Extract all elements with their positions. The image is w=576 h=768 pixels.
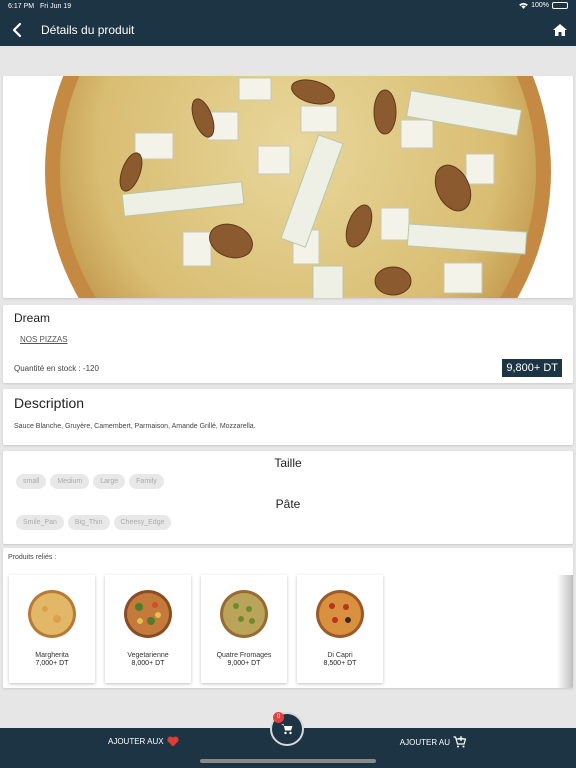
home-icon[interactable] — [552, 22, 568, 38]
related-product-price: 8,500+ DT — [323, 660, 357, 667]
related-product-card[interactable]: Quatre Fromages 9,000+ DT — [201, 575, 287, 683]
cart-add-icon — [453, 736, 466, 748]
size-option-large[interactable]: Large — [93, 474, 126, 489]
add-to-cart-button[interactable]: AJOUTER AU — [400, 736, 466, 748]
related-product-card[interactable]: Di Capri 8,500+ DT — [297, 575, 383, 683]
crust-option-smile-pan[interactable]: Smile_Pan — [16, 515, 64, 530]
wifi-icon — [519, 2, 528, 9]
status-date: Fri Jun 19 — [40, 3, 72, 10]
status-time: 6:17 PM — [8, 3, 35, 10]
cart-icon — [281, 724, 293, 735]
add-to-favorites-button[interactable]: AJOUTER AUX — [108, 736, 179, 747]
related-product-name: Margherita — [35, 652, 69, 659]
crust-options: Smile_Pan Big_Thin Cheesy_Edge — [16, 515, 172, 530]
heart-icon — [166, 736, 179, 747]
crust-option-cheesy-edge[interactable]: Cheesy_Edge — [113, 515, 172, 530]
related-products: Produits reliés : Margherita 7,000+ DT V… — [3, 548, 573, 688]
home-indicator — [200, 759, 376, 763]
pizza-thumbnail — [28, 590, 76, 638]
product-image — [3, 76, 573, 298]
product-name: Dream — [14, 311, 51, 325]
crust-heading: Pâte — [275, 497, 301, 511]
crust-option-big-thin[interactable]: Big_Thin — [67, 515, 110, 530]
battery-icon — [552, 2, 568, 9]
category-link[interactable]: NOS PIZZAS — [20, 335, 68, 344]
chevron-left-icon[interactable] — [10, 21, 26, 39]
status-right: 100% — [519, 2, 568, 9]
related-product-price: 9,000+ DT — [227, 660, 261, 667]
related-product-price: 7,000+ DT — [35, 660, 69, 667]
price-badge: 9,800+ DT — [502, 359, 562, 377]
cart-count-badge: 0 — [273, 712, 284, 723]
stock-quantity: Quantité en stock : -120 — [14, 364, 99, 373]
size-heading: Taille — [274, 456, 302, 470]
status-bar: 6:17 PM Fri Jun 19 100% — [0, 0, 576, 14]
related-product-name: Quatre Fromages — [216, 652, 272, 659]
size-options: small Medium Large Family — [16, 474, 164, 489]
nav-bar: Détails du produit — [0, 14, 576, 46]
size-option-small[interactable]: small — [16, 474, 47, 489]
pizza-thumbnail — [124, 590, 172, 638]
cart-label: AJOUTER AU — [399, 737, 450, 747]
size-option-medium[interactable]: Medium — [50, 474, 90, 489]
size-option-family[interactable]: Family — [129, 474, 164, 489]
options-card: Taille small Medium Large Family Pâte Sm… — [3, 451, 573, 544]
pizza-thumbnail — [316, 590, 364, 638]
related-product-card[interactable]: Vegetarienne 8,000+ DT — [105, 575, 191, 683]
pizza-thumbnail — [220, 590, 268, 638]
product-info-card: Dream NOS PIZZAS Quantité en stock : -12… — [3, 305, 573, 383]
page-title: Détails du produit — [41, 23, 135, 37]
related-product-name: Vegetarienne — [127, 652, 169, 659]
favorites-label: AJOUTER AUX — [108, 737, 164, 746]
description-card: Description Sauce Blanche, Gruyère, Came… — [3, 389, 573, 445]
battery-percent: 100% — [531, 2, 549, 9]
description-text: Sauce Blanche, Gruyère, Camembert, Parma… — [14, 423, 256, 430]
related-product-card[interactable]: Margherita 7,000+ DT — [9, 575, 95, 683]
scroll-fade — [557, 575, 573, 688]
related-label: Produits reliés : — [8, 554, 57, 561]
description-heading: Description — [14, 395, 85, 411]
related-product-name: Di Capri — [327, 652, 353, 659]
related-product-price: 8,000+ DT — [131, 660, 165, 667]
